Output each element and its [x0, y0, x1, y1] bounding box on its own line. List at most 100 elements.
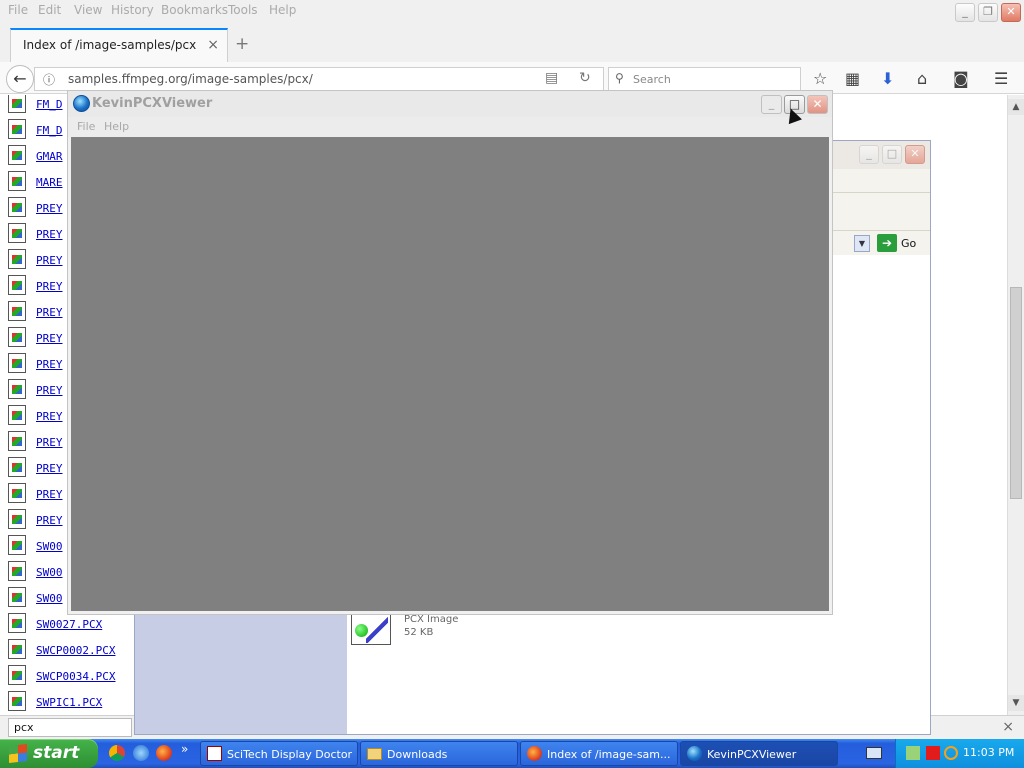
keyboard-icon[interactable] — [866, 747, 882, 759]
firefox-icon[interactable] — [156, 745, 172, 761]
viewer-menu-file[interactable]: File — [77, 120, 95, 133]
list-item: SW0027.PCX — [0, 613, 140, 639]
scroll-up-icon[interactable]: ▲ — [1008, 99, 1024, 115]
menu-tools[interactable]: Tools — [228, 3, 258, 17]
image-file-icon — [8, 587, 26, 607]
search-icon: ⚲ — [615, 71, 624, 85]
image-canvas[interactable] — [71, 137, 829, 611]
file-link[interactable]: MARE — [36, 176, 63, 189]
browser-close-button[interactable]: ✕ — [1001, 3, 1021, 22]
scroll-thumb[interactable] — [1010, 287, 1022, 499]
file-link[interactable]: PREY — [36, 462, 63, 475]
image-file-icon — [8, 431, 26, 451]
magnifier-icon[interactable] — [944, 746, 958, 760]
file-link[interactable]: PREY — [36, 514, 63, 527]
file-link[interactable]: PREY — [36, 202, 63, 215]
viewer-minimize-button[interactable]: _ — [761, 95, 782, 114]
file-link[interactable]: GMAR — [36, 150, 63, 163]
task-firefox-index[interactable]: Index of /image-sam... — [520, 741, 678, 766]
file-link[interactable]: PREY — [36, 410, 63, 423]
file-size-label: 52 KB — [404, 627, 434, 638]
scroll-down-icon[interactable]: ▼ — [1008, 695, 1024, 711]
clock: 11:03 PM — [963, 746, 1015, 759]
file-link[interactable]: PREY — [36, 332, 63, 345]
file-link[interactable]: FM_D — [36, 98, 63, 111]
pcx-viewer-window[interactable]: KevinPCXViewer _ □ ✕ File Help — [67, 90, 833, 615]
explorer-close-button[interactable]: ✕ — [905, 145, 925, 164]
info-icon[interactable]: ⓘ — [43, 71, 55, 88]
chrome-icon[interactable] — [109, 745, 125, 761]
start-button[interactable]: start — [0, 739, 98, 768]
go-arrow-icon[interactable]: ➔ — [877, 234, 897, 252]
menu-bookmarks[interactable]: Bookmarks — [161, 3, 228, 17]
explorer-minimize-button[interactable]: _ — [859, 145, 879, 164]
go-button-label[interactable]: Go — [901, 237, 916, 250]
file-link[interactable]: SWCP0002.PCX — [36, 644, 115, 657]
task-kevinpcxviewer[interactable]: KevinPCXViewer — [680, 741, 838, 766]
file-type-label: PCX Image — [404, 614, 459, 625]
quicklaunch-chevron-icon[interactable]: » — [181, 742, 188, 756]
file-link[interactable]: FM_D — [36, 124, 63, 137]
image-file-icon — [8, 275, 26, 295]
list-item: SWPIC1.PCX — [0, 691, 140, 715]
image-file-icon — [8, 379, 26, 399]
internet-explorer-icon[interactable] — [133, 745, 149, 761]
list-item: SWCP0002.PCX — [0, 639, 140, 665]
viewer-menubar: File Help — [68, 117, 832, 137]
file-link[interactable]: PREY — [36, 384, 63, 397]
menu-file[interactable]: File — [8, 3, 28, 17]
task-label: Index of /image-sam... — [547, 748, 671, 761]
bookmark-star-icon[interactable]: ☆ — [813, 69, 827, 88]
image-file-icon — [8, 457, 26, 477]
browser-menubar: File Edit View History Bookmarks Tools H… — [0, 0, 1024, 22]
new-tab-icon[interactable]: + — [235, 34, 249, 54]
find-close-icon[interactable]: × — [1002, 719, 1014, 735]
file-link[interactable]: SW0027.PCX — [36, 618, 102, 631]
viewer-close-button[interactable]: ✕ — [807, 95, 828, 114]
network-icon[interactable] — [906, 746, 920, 760]
explorer-maximize-button[interactable]: □ — [882, 145, 902, 164]
home-icon[interactable]: ⌂ — [917, 69, 927, 88]
downloads-icon[interactable]: ⬇ — [881, 69, 894, 88]
back-arrow-icon[interactable]: ← — [6, 65, 34, 93]
file-link[interactable]: PREY — [36, 280, 63, 293]
page-scrollbar[interactable]: ▲ ▼ — [1007, 95, 1024, 715]
file-link[interactable]: PREY — [36, 488, 63, 501]
menu-edit[interactable]: Edit — [38, 3, 61, 17]
menu-help[interactable]: Help — [269, 3, 296, 17]
medical-cross-icon[interactable] — [926, 746, 940, 760]
tab-active[interactable]: Index of /image-samples/pcx × — [10, 28, 228, 62]
file-link[interactable]: SWCP0034.PCX — [36, 670, 115, 683]
search-input[interactable]: ⚲ Search — [608, 67, 801, 91]
menu-view[interactable]: View — [74, 3, 102, 17]
file-link[interactable]: PREY — [36, 306, 63, 319]
reload-icon[interactable]: ↻ — [579, 70, 591, 86]
reader-view-icon[interactable]: ▤ — [545, 70, 558, 86]
file-link[interactable]: PREY — [36, 228, 63, 241]
browser-minimize-button[interactable]: _ — [955, 3, 975, 22]
file-link[interactable]: PREY — [36, 436, 63, 449]
address-dropdown-icon[interactable]: ▼ — [854, 235, 870, 252]
find-input[interactable]: pcx — [8, 718, 132, 737]
file-link[interactable]: SW00 — [36, 592, 63, 605]
viewer-menu-help[interactable]: Help — [104, 120, 129, 133]
file-link[interactable]: PREY — [36, 358, 63, 371]
file-link[interactable]: SW00 — [36, 566, 63, 579]
url-bar[interactable]: ⓘ samples.ffmpeg.org/image-samples/pcx/ … — [34, 67, 604, 91]
browser-restore-button[interactable]: ❐ — [978, 3, 998, 22]
library-icon[interactable]: ▦ — [845, 69, 860, 88]
file-link[interactable]: PREY — [36, 254, 63, 267]
hamburger-menu-icon[interactable]: ☰ — [994, 69, 1008, 88]
task-label: KevinPCXViewer — [707, 748, 797, 761]
tab-close-icon[interactable]: × — [207, 37, 219, 53]
file-link[interactable]: SW00 — [36, 540, 63, 553]
image-file-icon — [8, 405, 26, 425]
task-downloads[interactable]: Downloads — [360, 741, 518, 766]
pcx-image-file-icon[interactable] — [351, 613, 391, 645]
file-link[interactable]: SWPIC1.PCX — [36, 696, 102, 709]
pocket-icon[interactable]: ◙ — [953, 69, 969, 88]
task-scitech-display-doctor[interactable]: SciTech Display Doctor — [200, 741, 358, 766]
viewer-titlebar[interactable]: KevinPCXViewer _ □ ✕ — [68, 91, 832, 117]
image-file-icon — [8, 613, 26, 633]
menu-history[interactable]: History — [111, 3, 154, 17]
